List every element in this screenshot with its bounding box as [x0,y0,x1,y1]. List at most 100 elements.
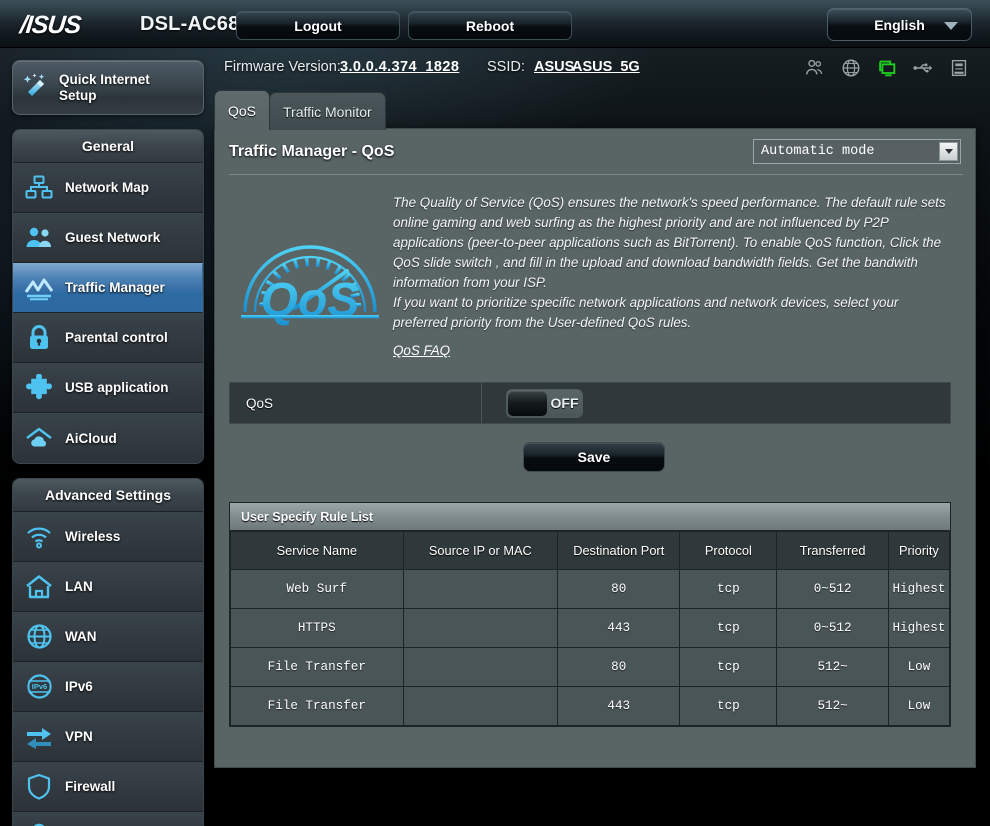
cell-port: 80 [557,569,681,609]
cell-service: HTTPS [230,608,404,648]
qos-mode-select[interactable]: Automatic mode [753,139,961,164]
cell-port: 443 [557,686,681,726]
sidebar-item-usb-application[interactable]: USB application [13,363,203,413]
sidebar-item-label: USB application [65,380,169,395]
cloud-icon [13,425,65,451]
network-map-icon [13,175,65,201]
internet-globe-icon[interactable] [840,57,862,79]
cell-priority: Highest [887,608,951,648]
sidebar-item-vpn[interactable]: VPN [13,712,203,762]
qos-description: The Quality of Service (QoS) ensures the… [393,193,953,333]
rule-list-caption: User Specify Rule List [230,503,950,531]
sidebar-item-label: Firewall [65,779,116,794]
connected-monitor-icon[interactable] [876,57,898,79]
magic-wand-icon [13,71,59,105]
main-content-panel: Traffic Manager - QoS Automatic mode QoS… [214,128,976,768]
ssid-24g-link[interactable]: ASUS [534,59,574,75]
clients-icon[interactable] [804,57,826,79]
qos-toggle-state: OFF [550,395,579,411]
sidebar-group-advanced: Advanced Settings Wireless LAN WAN IPv6 … [12,478,204,826]
sidebar-item-wireless[interactable]: Wireless [13,512,203,562]
cell-source [402,647,559,687]
cell-priority: Low [887,686,951,726]
table-row[interactable]: File Transfer 80 tcp 512~ Low [230,647,951,687]
sidebar-group-general: General Network Map Guest Network Traffi… [12,129,204,464]
globe-icon [13,623,65,650]
table-row[interactable]: File Transfer 443 tcp 512~ Low [230,686,951,726]
sidebar-item-label: VPN [65,729,93,744]
sidebar-item-label: Parental control [65,330,168,345]
gear-icon [13,812,65,826]
lock-icon [13,324,65,351]
cell-transferred: 0~512 [776,569,889,609]
user-specify-rule-list: User Specify Rule List Service Name Sour… [229,502,951,727]
qos-faq-link[interactable]: QoS FAQ [393,343,450,358]
ipv6-globe-icon: IPv6 [13,673,65,700]
qos-description-para2: If you want to prioritize specific netwo… [393,295,899,330]
sidebar-item-guest-network[interactable]: Guest Network [13,213,203,263]
ssid-label: SSID: [487,59,525,75]
qos-toggle-row: QoS OFF [229,382,951,424]
quick-internet-setup-button[interactable]: Quick Internet Setup [12,60,204,115]
sidebar: Quick Internet Setup General Network Map [12,60,204,826]
cell-transferred: 0~512 [776,608,889,648]
sidebar-item-label: WAN [65,629,97,644]
reboot-button[interactable]: Reboot [408,11,572,40]
sidebar-item-wan[interactable]: WAN [13,612,203,662]
qos-mode-value: Automatic mode [761,144,875,159]
sidebar-item-parental-control[interactable]: Parental control [13,313,203,363]
toggle-knob [508,390,547,416]
cell-service: File Transfer [230,686,404,726]
column-transferred: Transferred [776,531,889,570]
logout-button[interactable]: Logout [236,11,400,40]
tab-qos[interactable]: QoS [214,90,271,130]
sidebar-item-traffic-manager[interactable]: Traffic Manager [13,263,203,313]
tab-traffic-monitor[interactable]: Traffic Monitor [269,92,386,130]
ssid-5g-link[interactable]: ASUS_5G [572,59,640,75]
save-button[interactable]: Save [523,442,665,472]
cell-protocol: tcp [679,569,778,609]
sidebar-group-general-title: General [13,130,203,163]
chevron-down-icon [944,22,958,30]
cell-source [402,608,559,648]
sidebar-item-lan[interactable]: LAN [13,562,203,612]
cell-transferred: 512~ [776,647,889,687]
tab-bar: QoS Traffic Monitor [214,90,386,130]
sidebar-item-network-map[interactable]: Network Map [13,163,203,213]
traffic-manager-icon [13,275,65,301]
chevron-down-icon[interactable] [939,142,958,161]
sidebar-group-advanced-title: Advanced Settings [13,479,203,512]
qos-toggle-switch[interactable]: OFF [506,388,583,418]
vpn-arrows-icon [13,725,65,749]
column-source-ip-mac: Source IP or MAC [402,531,559,570]
cell-protocol: tcp [679,686,778,726]
table-row[interactable]: Web Surf 80 tcp 0~512 Highest [230,569,951,609]
sidebar-item-label: Wireless [65,529,121,544]
usb-icon[interactable] [912,57,934,79]
svg-text:QoS: QoS [261,274,360,327]
sidebar-item-label: Network Map [65,180,150,195]
quick-internet-setup-label: Quick Internet Setup [59,71,150,103]
sidebar-item-label: IPv6 [65,679,93,694]
language-selector[interactable]: English [827,8,972,41]
cell-transferred: 512~ [776,686,889,726]
printer-icon[interactable] [948,57,970,79]
sidebar-item-label: LAN [65,579,93,594]
shield-icon [13,773,65,800]
sidebar-item-firewall[interactable]: Firewall [13,762,203,812]
router-admin-page: /ISUS DSL-AC68U Logout Reboot English Fi… [0,0,990,826]
column-service-name: Service Name [230,531,404,570]
qos-speedometer-icon: QoS [235,212,385,337]
firmware-version-value[interactable]: 3.0.0.4.374_1828 [340,59,459,75]
sidebar-item-ipv6[interactable]: IPv6 IPv6 [13,662,203,712]
qos-toggle-label: QoS [230,383,482,423]
sidebar-item-aicloud[interactable]: AiCloud [13,413,203,463]
wifi-icon [13,525,65,549]
column-protocol: Protocol [679,531,778,570]
sidebar-item-label: AiCloud [65,430,117,446]
rule-table: Service Name Source IP or MAC Destinatio… [230,531,951,726]
sidebar-item-label: Guest Network [65,230,161,245]
table-row[interactable]: HTTPS 443 tcp 0~512 Highest [230,608,951,648]
page-title: Traffic Manager - QoS [229,143,395,160]
sidebar-item-administration-partial[interactable] [13,812,203,826]
